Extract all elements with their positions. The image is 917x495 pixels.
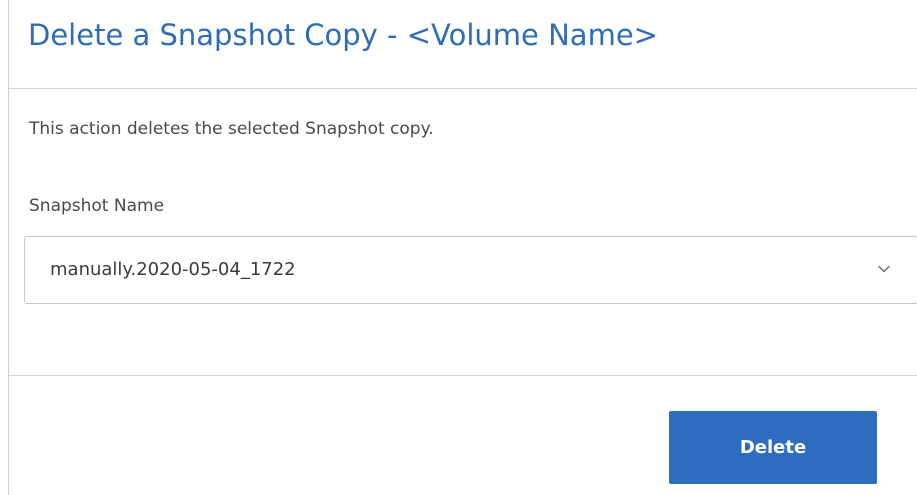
delete-snapshot-dialog: Delete a Snapshot Copy - <Volume Name> T…: [8, 0, 917, 495]
chevron-down-icon: [878, 265, 890, 273]
snapshot-name-label: Snapshot Name: [29, 196, 165, 216]
dialog-title: Delete a Snapshot Copy - <Volume Name>: [28, 18, 658, 52]
delete-button[interactable]: Delete: [669, 411, 877, 484]
snapshot-name-selected-value: manually.2020-05-04_1722: [50, 259, 296, 280]
footer-divider: [9, 375, 917, 376]
snapshot-name-select[interactable]: manually.2020-05-04_1722: [24, 236, 917, 304]
dialog-header: Delete a Snapshot Copy - <Volume Name>: [9, 0, 917, 89]
dialog-description: This action deletes the selected Snapsho…: [29, 119, 434, 139]
